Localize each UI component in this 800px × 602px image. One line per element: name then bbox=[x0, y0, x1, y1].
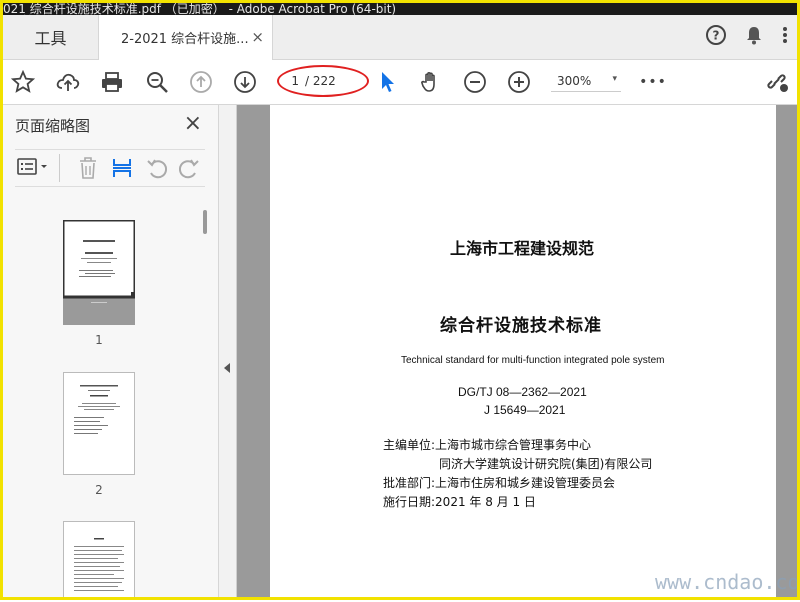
rotate-right-icon[interactable] bbox=[177, 156, 201, 184]
tab-bar-actions: ? bbox=[705, 15, 797, 59]
panel-title: 页面缩略图 bbox=[15, 117, 91, 135]
zoom-level-value: 300% bbox=[557, 73, 592, 88]
panel-collapse-strip[interactable] bbox=[219, 105, 237, 597]
delete-page-icon[interactable] bbox=[77, 156, 99, 184]
document-editor-line-1: 主编单位:上海市城市综合管理事务中心 bbox=[383, 438, 592, 452]
chevron-down-icon: ▾ bbox=[612, 74, 617, 84]
zoom-out-icon[interactable] bbox=[461, 68, 489, 96]
next-page-icon[interactable] bbox=[231, 68, 259, 96]
more-tools-icon[interactable]: ••• bbox=[639, 68, 667, 96]
page-field-highlight-annotation bbox=[277, 65, 369, 97]
tab-document-label: 2-2021 综合杆设施... bbox=[121, 32, 249, 47]
more-vertical-icon[interactable] bbox=[781, 24, 789, 50]
thumbnail-label: 1 bbox=[95, 333, 103, 347]
zoom-level-dropdown[interactable]: 300% ▾ bbox=[551, 70, 621, 92]
share-link-icon[interactable] bbox=[763, 68, 791, 96]
document-code-1: DG/TJ 08—2362—2021 bbox=[458, 385, 587, 399]
document-code-2: J 15649—2021 bbox=[484, 403, 566, 417]
tab-tools[interactable]: 工具 bbox=[3, 15, 98, 59]
print-icon[interactable] bbox=[98, 68, 126, 96]
window-titlebar: 021 综合杆设施技术标准.pdf （已加密） - Adobe Acrobat … bbox=[3, 3, 797, 15]
thumbnail-label: 2 bbox=[95, 483, 103, 497]
thumbnail-toolbar bbox=[15, 149, 205, 187]
thumbnail-page-2-preview bbox=[74, 385, 120, 434]
document-heading-2: 综合杆设施技术标准 bbox=[440, 316, 602, 336]
bookmark-star-icon[interactable] bbox=[9, 68, 37, 96]
document-editor-line-2: 同济大学建筑设计研究院(集团)有限公司 bbox=[439, 457, 653, 471]
svg-text:?: ? bbox=[713, 29, 720, 43]
viewer-right-margin bbox=[776, 105, 797, 597]
tab-document[interactable]: 2-2021 综合杆设施... × bbox=[98, 15, 273, 60]
page-thumbnails-panel: 页面缩略图 × 1 2 bbox=[3, 105, 219, 597]
thumbnail-options-icon[interactable] bbox=[17, 156, 51, 182]
main-toolbar: 1 / 222 300% ▾ ••• bbox=[3, 60, 797, 105]
thumbnail-page-1-preview bbox=[61, 218, 137, 325]
close-panel-icon[interactable]: × bbox=[184, 111, 202, 136]
thumbnail-page-1[interactable] bbox=[61, 218, 137, 325]
document-heading-1: 上海市工程建设规范 bbox=[450, 239, 595, 258]
document-english-title: Technical standard for multi-function in… bbox=[401, 355, 665, 366]
collapse-left-icon[interactable] bbox=[224, 363, 231, 376]
tab-close-icon[interactable]: × bbox=[251, 28, 264, 46]
help-icon[interactable]: ? bbox=[705, 24, 727, 50]
select-cursor-icon[interactable] bbox=[373, 68, 401, 96]
insert-page-icon[interactable] bbox=[111, 156, 133, 184]
thumbnail-page-3-preview bbox=[74, 538, 124, 591]
document-date-line: 施行日期:2021 年 8 月 1 日 bbox=[383, 495, 536, 509]
notification-bell-icon[interactable] bbox=[743, 24, 765, 50]
thumbnail-page-3[interactable] bbox=[63, 521, 135, 597]
hand-tool-icon[interactable] bbox=[417, 68, 445, 96]
tab-bar: 工具 2-2021 综合杆设施... × ? bbox=[3, 15, 797, 60]
search-zoom-icon[interactable] bbox=[143, 68, 171, 96]
panel-scrollbar[interactable] bbox=[203, 210, 207, 234]
watermark-bottom: www.cndao.co bbox=[655, 570, 800, 594]
rotate-left-icon[interactable] bbox=[145, 156, 169, 184]
document-approver-line: 批准部门:上海市住房和城乡建设管理委员会 bbox=[383, 476, 616, 490]
document-page[interactable]: 上海市工程建设规范 综合杆设施技术标准 Technical standard f… bbox=[270, 105, 776, 597]
zoom-in-icon[interactable] bbox=[505, 68, 533, 96]
cloud-upload-icon[interactable] bbox=[54, 68, 82, 96]
toolbar-divider bbox=[59, 154, 60, 182]
previous-page-icon[interactable] bbox=[187, 68, 215, 96]
thumbnail-page-2[interactable] bbox=[63, 372, 135, 475]
